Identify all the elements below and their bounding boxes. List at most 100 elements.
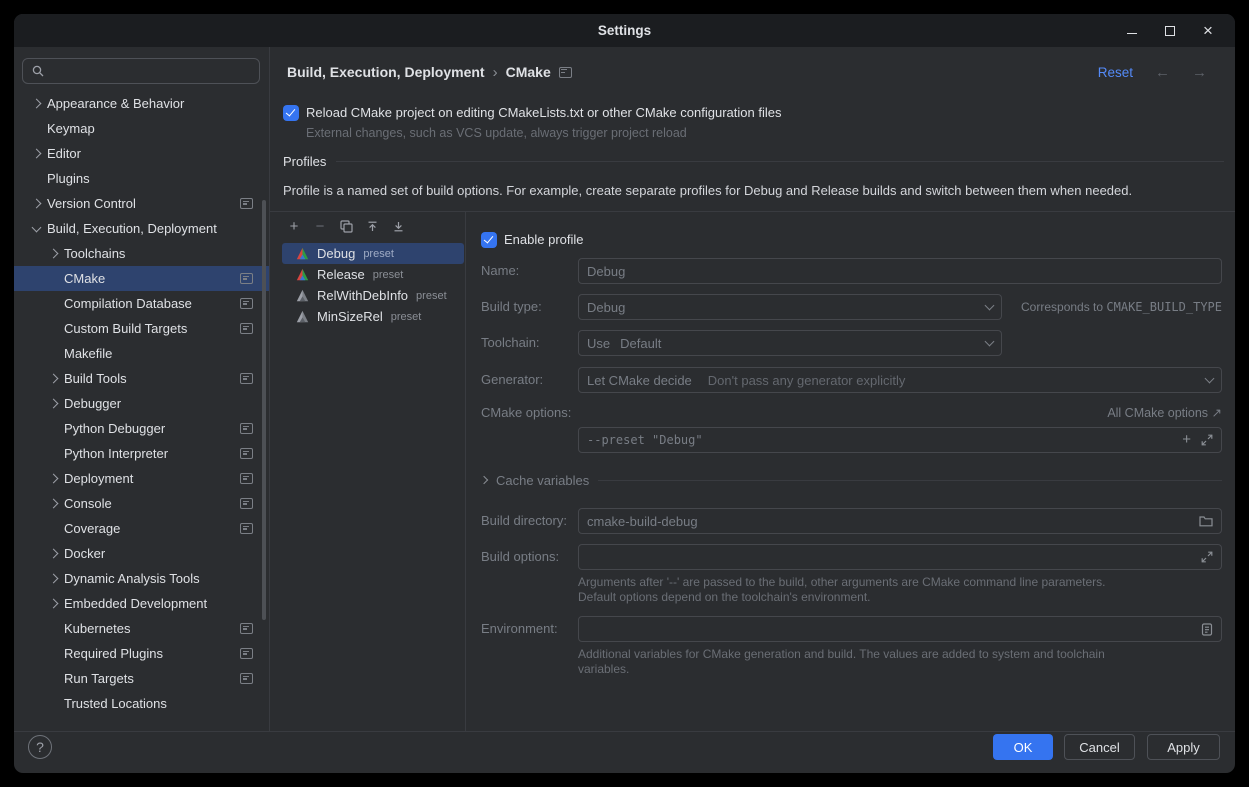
generator-select[interactable]: Let CMake decide Don't pass any generato… xyxy=(578,367,1222,393)
build-type-label: Build type: xyxy=(481,294,542,320)
chevron-right-icon xyxy=(49,549,59,559)
sidebar-item-makefile[interactable]: Makefile xyxy=(14,341,269,366)
ok-button[interactable]: OK xyxy=(993,734,1053,760)
chevron-right-icon xyxy=(49,499,59,509)
search-icon xyxy=(31,64,45,78)
build-options-field[interactable] xyxy=(578,544,1222,570)
project-config-icon xyxy=(240,323,253,334)
forward-arrow-icon[interactable]: → xyxy=(1192,64,1207,81)
project-config-icon xyxy=(240,673,253,684)
profile-item-relwithdebinfo[interactable]: RelWithDebInfo preset xyxy=(282,285,464,306)
move-down-button[interactable] xyxy=(388,216,408,236)
generator-label: Generator: xyxy=(481,367,543,393)
name-row: Name: Debug xyxy=(481,258,1222,284)
sidebar-item-plugins[interactable]: Plugins xyxy=(14,166,269,191)
sidebar-item-version-control[interactable]: Version Control xyxy=(14,191,269,216)
footer-divider xyxy=(14,731,1235,732)
profile-item-release[interactable]: Release preset xyxy=(282,264,464,285)
expand-icon[interactable] xyxy=(1201,434,1213,446)
breadcrumb-parent[interactable]: Build, Execution, Deployment xyxy=(287,64,485,80)
folder-icon[interactable] xyxy=(1199,515,1213,527)
sidebar-item-cmake[interactable]: CMake xyxy=(14,266,269,291)
variables-list-icon[interactable] xyxy=(1201,623,1213,636)
build-directory-field[interactable]: cmake-build-debug xyxy=(578,508,1222,534)
environment-help: Additional variables for CMake generatio… xyxy=(578,647,1158,677)
sidebar-item-run-targets[interactable]: Run Targets xyxy=(14,666,269,691)
sidebar-item-toolchains[interactable]: Toolchains xyxy=(14,241,269,266)
sidebar-item-kubernetes[interactable]: Kubernetes xyxy=(14,616,269,641)
remove-profile-button[interactable]: − xyxy=(310,216,330,236)
sidebar-item-debugger[interactable]: Debugger xyxy=(14,391,269,416)
help-button[interactable]: ? xyxy=(28,735,52,759)
sidebar-scrollbar[interactable] xyxy=(262,200,266,620)
sidebar-item-trusted-locations[interactable]: Trusted Locations xyxy=(14,691,269,716)
name-label: Name: xyxy=(481,258,519,284)
sidebar-item-build-execution-deployment[interactable]: Build, Execution, Deployment xyxy=(14,216,269,241)
toolchain-select[interactable]: Use Default xyxy=(578,330,1002,356)
profile-item-minsizerel[interactable]: MinSizeRel preset xyxy=(282,306,464,327)
add-option-icon[interactable]: + xyxy=(1182,434,1191,446)
sidebar-item-build-tools[interactable]: Build Tools xyxy=(14,366,269,391)
all-cmake-options-link[interactable]: All CMake options ↗ xyxy=(1107,400,1222,426)
sidebar-item-compilation-database[interactable]: Compilation Database xyxy=(14,291,269,316)
build-options-label: Build options: xyxy=(481,544,559,570)
name-field[interactable]: Debug xyxy=(578,258,1222,284)
profiles-list: Debug preset Release preset RelWithDebIn… xyxy=(282,243,464,327)
build-directory-row: Build directory: cmake-build-debug xyxy=(481,508,1222,534)
section-divider xyxy=(336,161,1224,162)
cmake-options-label: CMake options: xyxy=(481,400,571,426)
chevron-right-icon xyxy=(49,474,59,484)
settings-dialog: Settings × Appearance & Behavior Keymap … xyxy=(14,14,1235,773)
project-config-icon xyxy=(240,273,253,284)
close-button[interactable]: × xyxy=(1201,24,1215,38)
toolchain-label: Toolchain: xyxy=(481,330,540,356)
sidebar-item-deployment[interactable]: Deployment xyxy=(14,466,269,491)
search-input[interactable] xyxy=(22,58,260,84)
chevron-right-icon xyxy=(49,249,59,259)
project-config-icon xyxy=(559,67,572,78)
chevron-right-icon xyxy=(32,149,42,159)
project-config-icon xyxy=(240,448,253,459)
expand-icon[interactable] xyxy=(1201,551,1213,563)
cmake-options-field[interactable]: --preset "Debug" + xyxy=(578,427,1222,453)
enable-profile-checkbox[interactable] xyxy=(481,232,497,248)
sidebar-item-python-interpreter[interactable]: Python Interpreter xyxy=(14,441,269,466)
chevron-right-icon xyxy=(32,99,42,109)
sidebar-item-appearance-behavior[interactable]: Appearance & Behavior xyxy=(14,91,269,116)
build-type-select[interactable]: Debug xyxy=(578,294,1002,320)
maximize-button[interactable] xyxy=(1163,24,1177,38)
build-options-help: Arguments after '--' are passed to the b… xyxy=(578,575,1228,605)
sidebar-item-coverage[interactable]: Coverage xyxy=(14,516,269,541)
sidebar-item-keymap[interactable]: Keymap xyxy=(14,116,269,141)
copy-profile-button[interactable] xyxy=(336,216,356,236)
cache-variables-toggle[interactable]: Cache variables xyxy=(481,467,1222,493)
sidebar-item-console[interactable]: Console xyxy=(14,491,269,516)
sidebar-item-dynamic-analysis-tools[interactable]: Dynamic Analysis Tools xyxy=(14,566,269,591)
window-controls: × xyxy=(1125,14,1235,47)
move-up-button[interactable] xyxy=(362,216,382,236)
chevron-right-icon xyxy=(480,476,488,484)
project-config-icon xyxy=(240,623,253,634)
cmake-build-type-code: CMAKE_BUILD_TYPE xyxy=(1106,300,1222,314)
apply-button[interactable]: Apply xyxy=(1147,734,1220,760)
cancel-button[interactable]: Cancel xyxy=(1064,734,1135,760)
sidebar-item-python-debugger[interactable]: Python Debugger xyxy=(14,416,269,441)
minimize-button[interactable] xyxy=(1125,24,1139,38)
cmake-icon xyxy=(296,247,309,260)
toolchain-row: Toolchain: Use Default xyxy=(481,330,1222,356)
sidebar-item-custom-build-targets[interactable]: Custom Build Targets xyxy=(14,316,269,341)
reset-link[interactable]: Reset xyxy=(1098,65,1133,80)
sidebar-item-required-plugins[interactable]: Required Plugins xyxy=(14,641,269,666)
profiles-description: Profile is a named set of build options.… xyxy=(283,183,1224,198)
sidebar-item-docker[interactable]: Docker xyxy=(14,541,269,566)
environment-field[interactable] xyxy=(578,616,1222,642)
reload-cmake-checkbox[interactable] xyxy=(283,105,299,121)
generator-row: Generator: Let CMake decide Don't pass a… xyxy=(481,367,1222,393)
profile-item-debug[interactable]: Debug preset xyxy=(282,243,464,264)
chevron-right-icon xyxy=(49,374,59,384)
add-profile-button[interactable]: + xyxy=(284,216,304,236)
breadcrumb-current: CMake xyxy=(506,64,551,80)
back-arrow-icon[interactable]: ← xyxy=(1155,64,1170,81)
sidebar-item-editor[interactable]: Editor xyxy=(14,141,269,166)
sidebar-item-embedded-development[interactable]: Embedded Development xyxy=(14,591,269,616)
